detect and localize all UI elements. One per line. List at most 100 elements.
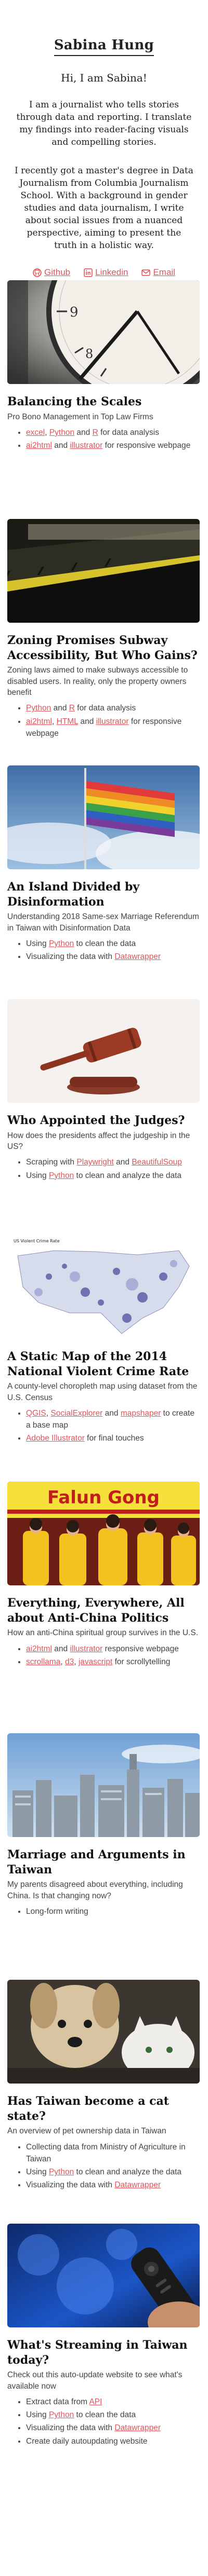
tool-link[interactable]: HTML	[57, 717, 79, 726]
list-text: Create daily autoupdating website	[26, 2436, 148, 2446]
project-title[interactable]: Balancing the Scales	[7, 394, 200, 409]
project-thumbnail[interactable]	[7, 999, 200, 1103]
list-item: Create daily autoupdating website	[26, 2435, 200, 2447]
list-text: to clean the data	[74, 2410, 136, 2420]
project-thumbnail[interactable]	[7, 2224, 200, 2327]
tool-link[interactable]: Python	[49, 428, 74, 437]
list-text: Using	[26, 2410, 49, 2420]
tool-link[interactable]: scrollama	[26, 1657, 60, 1666]
project-thumbnail[interactable]	[7, 765, 200, 869]
tool-link[interactable]: SocialExplorer	[50, 1409, 102, 1418]
list-text: ,	[45, 428, 49, 437]
project-thumbnail[interactable]	[7, 1980, 200, 2084]
list-item: ai2html and illustrator for responsive w…	[26, 440, 200, 451]
project-thumbnail[interactable]: US Violent Crime Rate	[7, 1235, 200, 1339]
tool-link[interactable]: excel	[26, 428, 45, 437]
list-text: for data analysis	[98, 428, 159, 437]
project-title[interactable]: Marriage and Arguments in Taiwan	[7, 1847, 200, 1877]
project-description: Understanding 2018 Same-sex Marriage Ref…	[7, 912, 199, 933]
project-title[interactable]: A Static Map of the 2014 National Violen…	[7, 1349, 200, 1379]
github-icon	[33, 268, 42, 277]
tool-link[interactable]: R	[93, 428, 98, 437]
tool-link[interactable]: Playwright	[76, 1158, 114, 1167]
project-tools-list: Python and R for data analysis ai2html, H…	[7, 702, 200, 739]
tool-link[interactable]: javascript	[79, 1657, 112, 1666]
list-item: Using Python to clean and analyze the da…	[26, 2166, 200, 2178]
tool-link[interactable]: illustrator	[70, 1645, 102, 1653]
tool-link[interactable]: Adobe Illustrator	[26, 1434, 85, 1443]
project-card[interactable]: Who Appointed the Judges? How does the pr…	[7, 999, 200, 1183]
project-card[interactable]: Zoning Promises Subway Accessibility, Bu…	[7, 519, 200, 741]
svg-text:8: 8	[85, 347, 93, 361]
tool-link[interactable]: BeautifulSoup	[132, 1158, 182, 1167]
project-card[interactable]: US Violent Crime Rate A Static Map of th…	[7, 1235, 200, 1446]
tool-link[interactable]: API	[89, 2397, 102, 2406]
project-description: My parents disagreed about everything, i…	[7, 1880, 183, 1900]
list-text: and	[51, 704, 69, 713]
tool-link[interactable]: d3	[65, 1657, 74, 1666]
tool-link[interactable]: Datawrapper	[114, 952, 161, 961]
project-thumbnail[interactable]	[7, 519, 200, 623]
list-text: Scraping with	[26, 1158, 77, 1167]
project-thumbnail[interactable]	[7, 1733, 200, 1837]
list-text: responsive webpage	[102, 1644, 179, 1653]
tool-link[interactable]: Python	[49, 1171, 74, 1180]
list-item: Visualizing the data with Datawrapper	[26, 2422, 200, 2434]
tool-link[interactable]: Python	[26, 704, 51, 712]
project-card[interactable]: Falun Gong Everything, Everywhere, All a…	[7, 1482, 200, 1669]
site-title[interactable]: Sabina Hung	[54, 37, 154, 56]
project-card[interactable]: 9 8 Balancing the Scales Pro Bono Managem…	[7, 280, 200, 453]
linkedin-link[interactable]: Linkedin	[84, 267, 128, 278]
tool-link[interactable]: QGIS	[26, 1409, 46, 1418]
tool-link[interactable]: mapshaper	[121, 1409, 161, 1418]
tool-link[interactable]: illustrator	[96, 717, 129, 726]
project-description: How does the presidents affect the judge…	[7, 1131, 190, 1151]
project-card[interactable]: What's Streaming in Taiwan today? Check o…	[7, 2224, 200, 2448]
list-item: excel, Python and R for data analysis	[26, 427, 200, 439]
tool-link[interactable]: Datawrapper	[114, 2181, 161, 2189]
list-item: ai2html and illustrator responsive webpa…	[26, 1643, 200, 1655]
list-item: scrollama, d3, javascript for scrollytel…	[26, 1656, 200, 1668]
list-text: Visualizing the data with	[26, 952, 115, 962]
tool-link[interactable]: R	[69, 704, 75, 712]
project-card[interactable]: An Island Divided by Disinformation Under…	[7, 765, 200, 964]
project-description: An overview of pet ownership data in Tai…	[7, 2127, 166, 2136]
svg-text:9: 9	[70, 305, 79, 320]
github-link[interactable]: Github	[33, 267, 70, 278]
project-title[interactable]: An Island Divided by Disinformation	[7, 880, 200, 909]
list-item: Collecting data from Ministry of Agricul…	[26, 2141, 200, 2166]
list-text: to clean and analyze the data	[74, 2168, 182, 2177]
list-item: Using Python to clean the data	[26, 2409, 200, 2421]
project-thumbnail[interactable]: 9 8	[7, 280, 200, 384]
project-tools-list: QGIS, SocialExplorer and mapshaper to cr…	[7, 1407, 200, 1445]
list-text: for scrollytelling	[112, 1657, 171, 1666]
list-text: and	[74, 428, 93, 437]
list-text: and	[102, 1408, 121, 1418]
project-title[interactable]: What's Streaming in Taiwan today?	[7, 2338, 200, 2367]
tool-link[interactable]: ai2html	[26, 441, 52, 450]
list-item: QGIS, SocialExplorer and mapshaper to cr…	[26, 1407, 200, 1432]
project-title[interactable]: Everything, Everywhere, All about Anti-C…	[7, 1596, 200, 1625]
email-link[interactable]: Email	[141, 267, 175, 278]
tool-link[interactable]: Datawrapper	[114, 2423, 161, 2432]
project-card[interactable]: Has Taiwan become a cat state? An overvie…	[7, 1980, 200, 2193]
tool-link[interactable]: illustrator	[70, 441, 102, 450]
tool-link[interactable]: ai2html	[26, 1645, 52, 1653]
tool-link[interactable]: Python	[49, 2168, 74, 2176]
list-text: Visualizing the data with	[26, 2423, 115, 2433]
list-item: Extract data from API	[26, 2396, 200, 2408]
project-title[interactable]: Has Taiwan become a cat state?	[7, 2094, 200, 2123]
bio-paragraph-2: I recently got a master's degree in Data…	[15, 165, 193, 251]
tool-link[interactable]: Python	[49, 2410, 74, 2419]
project-thumbnail[interactable]: Falun Gong	[7, 1482, 200, 1585]
list-text: Collecting data from Ministry of Agricul…	[26, 2142, 186, 2163]
list-text: to clean and analyze the data	[74, 1171, 182, 1180]
project-title[interactable]: Zoning Promises Subway Accessibility, Bu…	[7, 633, 200, 663]
list-text: Using	[26, 2168, 49, 2177]
list-text: Using	[26, 939, 49, 948]
tool-link[interactable]: ai2html	[26, 717, 52, 726]
project-description: Zoning laws aimed to make subways access…	[7, 666, 188, 697]
tool-link[interactable]: Python	[49, 939, 74, 948]
project-card[interactable]: Marriage and Arguments in Taiwan My paren…	[7, 1733, 200, 1919]
project-title[interactable]: Who Appointed the Judges?	[7, 1113, 200, 1128]
